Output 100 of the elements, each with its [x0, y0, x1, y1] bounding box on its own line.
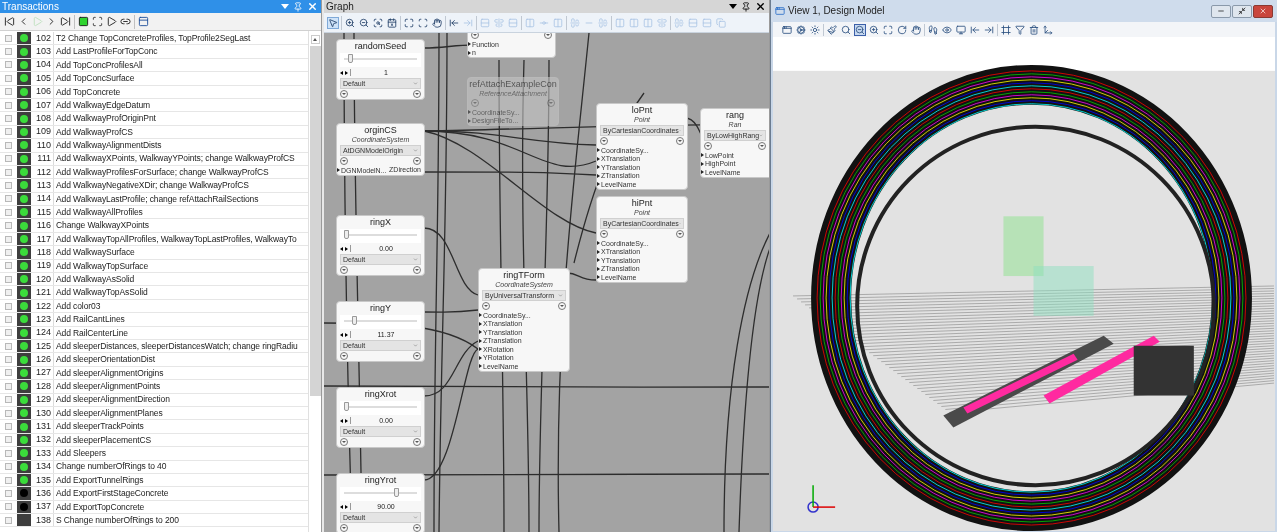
slider-thumb[interactable] [344, 230, 349, 239]
transaction-description[interactable]: Add WalkwayAllProfiles [54, 208, 143, 217]
transaction-description[interactable]: Add WalkwayEdgeDatum [54, 100, 151, 110]
transaction-description[interactable]: Add WalkwayTopAsSolid [54, 288, 148, 297]
app-icon [775, 6, 785, 16]
slider-thumb[interactable] [347, 54, 353, 63]
close-button[interactable] [1253, 4, 1273, 18]
fit-icon[interactable] [403, 16, 415, 29]
transaction-description[interactable]: Add ExportFirstStageConcrete [54, 489, 169, 498]
transaction-description[interactable]: Add WalkwayNegativeXDir; change WalkwayProfCS [54, 181, 249, 190]
slider-thumb[interactable] [394, 488, 400, 497]
node-icon[interactable] [78, 16, 89, 27]
zoom-in-icon[interactable] [344, 16, 356, 29]
hand-icon[interactable] [431, 16, 443, 29]
transaction-description[interactable]: Change numberOfRings to 40 [54, 462, 167, 471]
transaction-description[interactable]: Add TopConcProfilesAll [54, 60, 143, 70]
step-left-icon[interactable] [340, 70, 343, 75]
eye-icon[interactable] [941, 23, 953, 36]
transaction-description[interactable]: Add WalkwayLastProfile; change refAttachRailSections [54, 194, 259, 204]
transaction-description[interactable]: Add LastProfileForTopConc [54, 47, 158, 56]
scrollbar[interactable] [308, 31, 321, 532]
transaction-description[interactable]: Add WalkwayTopAllProfiles, WalkwayTopLastProfiles, WalkwayTo [54, 234, 297, 244]
rotate-icon[interactable] [896, 23, 908, 36]
view-icon[interactable] [781, 23, 793, 36]
trash-icon[interactable] [1028, 23, 1040, 36]
zoom-in-icon[interactable] [868, 23, 880, 36]
transaction-description[interactable]: Add TopConcrete [54, 87, 121, 96]
transaction-number: 108 [34, 114, 52, 124]
transaction-description[interactable]: Add RailCantLines [54, 315, 125, 324]
frame-icon[interactable] [1000, 23, 1012, 36]
search-icon[interactable] [840, 23, 852, 36]
calendar-icon[interactable] [386, 16, 398, 29]
transaction-number: 124 [34, 328, 52, 338]
light-icon[interactable] [809, 23, 821, 36]
move-icon[interactable] [1042, 23, 1054, 36]
transaction-description[interactable]: Add WalkwayAsSolid [54, 274, 135, 284]
transaction-number: 107 [34, 100, 52, 110]
fit-selection-icon[interactable] [417, 16, 429, 29]
scroll-thumb[interactable] [309, 46, 321, 396]
scroll-up-icon[interactable] [310, 35, 320, 44]
step-left-icon[interactable] [340, 504, 343, 509]
step-left-icon[interactable] [340, 418, 343, 423]
first-icon[interactable] [4, 16, 15, 27]
transaction-description[interactable]: Add sleeperTrackPoints [54, 422, 144, 431]
transaction-number: 116 [35, 221, 52, 231]
pointer-icon[interactable] [327, 16, 339, 29]
transaction-number: 125 [34, 341, 52, 351]
slider-thumb[interactable] [352, 316, 358, 325]
transaction-number: 117 [35, 234, 52, 244]
transaction-description[interactable]: Add ExportTopConcrete [54, 502, 145, 512]
transaction-description[interactable]: Add sleeperAlignmentPlanes [54, 408, 163, 418]
hand-icon[interactable] [910, 23, 922, 36]
zoom-out-icon[interactable] [358, 16, 370, 29]
restore-button[interactable] [1232, 4, 1252, 18]
transaction-description[interactable]: T2 Change TopConcreteProfiles, TopProfile2SegLast [54, 33, 251, 43]
link-icon[interactable] [120, 16, 131, 27]
step-left-icon[interactable] [340, 246, 343, 251]
slider-thumb[interactable] [344, 402, 349, 411]
transaction-description[interactable]: Add sleeperAlignmentPoints [54, 382, 161, 391]
node-title: ringYrot [364, 475, 397, 486]
transaction-description[interactable]: S Change numberOfRings to 200 [54, 516, 179, 525]
zoom-area-icon[interactable] [372, 16, 384, 29]
zoom-out-icon[interactable] [854, 23, 866, 36]
display-icon[interactable] [795, 23, 807, 36]
pin-icon[interactable] [741, 1, 751, 12]
fit-icon[interactable] [882, 23, 894, 36]
panel-icon[interactable] [138, 16, 149, 27]
close-icon[interactable] [755, 1, 766, 12]
step-left-icon[interactable] [340, 332, 343, 337]
transaction-description[interactable]: Add WalkwayTopSurface [54, 261, 149, 271]
filter-icon[interactable] [1014, 23, 1026, 36]
brush-icon[interactable] [826, 23, 838, 36]
transaction-description[interactable]: Add WalkwayAlignmentDists [54, 141, 162, 150]
transaction-description[interactable]: Add sleeperOrientationDist [54, 355, 155, 364]
transaction-description[interactable]: Add WalkwaySurface [54, 248, 135, 257]
transaction-description[interactable]: Add RailCenterLine [54, 328, 128, 338]
transaction-description[interactable]: Add TopConcSurface [54, 74, 135, 83]
minimize-button[interactable] [1211, 4, 1231, 18]
transaction-description[interactable]: Add WalkwayProfCS [54, 127, 133, 137]
step-icon[interactable] [106, 16, 117, 27]
transaction-description[interactable]: Add WalkwayXPoints, WalkwayYPoints; change WalkwayProfCS [54, 154, 295, 163]
last-icon[interactable] [60, 16, 71, 27]
transaction-number: 102 [34, 33, 52, 43]
node-title: refAttachExampleCon [469, 79, 557, 90]
input-port-icon[interactable] [337, 168, 340, 173]
transaction-description[interactable]: Add Sleepers [54, 449, 106, 458]
transaction-description[interactable]: Add sleeperAlignmentOrigins [54, 368, 164, 378]
node-title: loPnt [631, 105, 653, 116]
transaction-description[interactable]: Add sleeperAlignmentDirection [54, 395, 170, 404]
select-icon[interactable] [92, 16, 103, 27]
transaction-description[interactable]: Add sleeperPlacementCS [54, 435, 152, 445]
caret-icon [413, 257, 418, 262]
transaction-description[interactable]: Change WalkwayXPoints [54, 221, 150, 230]
transaction-description[interactable]: Add WalkwayProfilesForSurface; change WalkwayProfCS [54, 167, 269, 177]
transaction-description[interactable]: Add sleeperDistances, sleeperDistancesWatch; change ringRadiu [54, 341, 298, 351]
transaction-description[interactable]: Add WalkwayProfOriginPnt [54, 114, 156, 123]
footprints-icon[interactable] [927, 23, 939, 36]
transaction-description[interactable]: Add ExportTunnelRings [54, 475, 144, 485]
transaction-description[interactable]: Add color03 [54, 301, 101, 311]
monitor-icon[interactable] [955, 23, 967, 36]
